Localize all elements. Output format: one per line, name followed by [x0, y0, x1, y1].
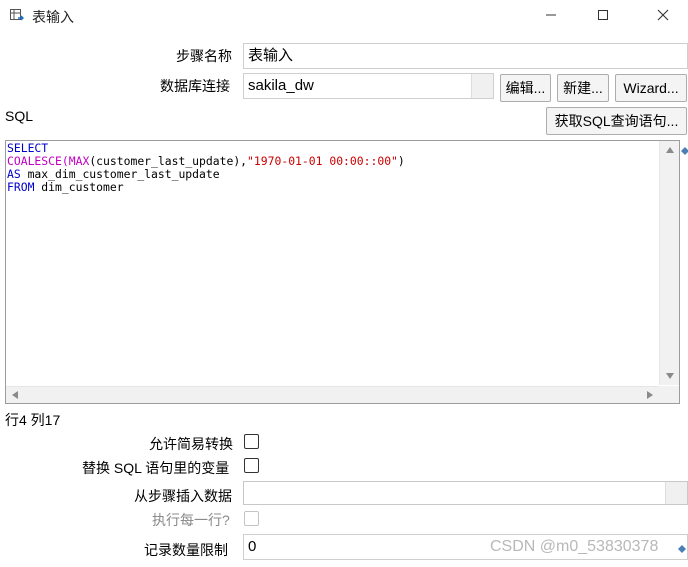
maximize-icon: [597, 8, 609, 24]
replace-variables-label: 替换 SQL 语句里的变量: [82, 460, 230, 476]
lazy-conversion-label: 允许简易转换: [149, 436, 233, 452]
connection-value: sakila_dw: [248, 77, 314, 94]
sql-token: AS: [7, 167, 21, 181]
watermark: CSDN @m0_53830378: [490, 538, 659, 555]
side-marker-icon: [681, 142, 688, 155]
minimize-button[interactable]: [528, 0, 574, 32]
get-sql-button[interactable]: 获取SQL查询语句...: [546, 107, 687, 135]
connection-combo[interactable]: sakila_dw: [243, 73, 494, 99]
execute-each-row-label: 执行每一行?: [152, 512, 230, 528]
sql-token: ): [397, 154, 405, 168]
sql-label: SQL: [5, 108, 34, 124]
scroll-left-icon[interactable]: [12, 391, 18, 399]
new-connection-button[interactable]: 新建...: [557, 74, 609, 102]
wizard-button[interactable]: Wizard...: [615, 74, 687, 102]
sql-token: max_dim_customer_last_update: [20, 167, 220, 181]
combo-dropdown-button[interactable]: [471, 74, 493, 98]
limit-label: 记录数量限制: [144, 542, 228, 558]
window-title: 表输入: [32, 9, 74, 25]
close-button[interactable]: [640, 0, 686, 32]
maximize-button[interactable]: [580, 0, 626, 32]
lazy-conversion-checkbox[interactable]: [244, 434, 259, 449]
scroll-up-icon[interactable]: [666, 147, 674, 153]
edit-connection-button[interactable]: 编辑...: [500, 74, 551, 102]
sql-code-area[interactable]: SELECT COALESCE(MAX(customer_last_update)…: [7, 142, 659, 386]
sql-token: FROM: [7, 180, 35, 194]
variable-marker-icon: [678, 540, 686, 553]
horizontal-scrollbar[interactable]: [6, 386, 659, 403]
sql-token: MAX: [68, 154, 90, 168]
step-name-input[interactable]: 表输入: [243, 43, 688, 69]
close-icon: [657, 8, 669, 24]
sql-token: "1970-01-01 00:00::00": [247, 154, 398, 168]
replace-variables-checkbox[interactable]: [244, 458, 259, 473]
insert-from-step-label: 从步骤插入数据: [134, 488, 232, 504]
scroll-right-icon[interactable]: [647, 391, 653, 399]
step-name-label: 步骤名称: [176, 48, 232, 64]
insert-from-step-combo[interactable]: [243, 481, 688, 505]
scroll-down-icon[interactable]: [666, 373, 674, 379]
sql-token: dim_customer: [34, 180, 124, 194]
scrollbar-corner: [659, 386, 679, 403]
sql-token: COALESCE(: [7, 154, 69, 168]
vertical-scrollbar[interactable]: [659, 141, 679, 385]
execute-each-row-checkbox[interactable]: [244, 511, 259, 526]
sql-token: (customer_last_update),: [89, 154, 248, 168]
cursor-position: 行4 列17: [5, 412, 61, 428]
combo-dropdown-button[interactable]: [665, 482, 687, 504]
sql-line: FROM dim_customer: [7, 181, 659, 194]
table-input-icon: [10, 9, 24, 23]
connection-label: 数据库连接: [160, 78, 230, 94]
minimize-icon: [545, 8, 557, 24]
sql-editor[interactable]: SELECT COALESCE(MAX(customer_last_update)…: [5, 140, 680, 404]
title-bar: 表输入: [0, 0, 688, 32]
